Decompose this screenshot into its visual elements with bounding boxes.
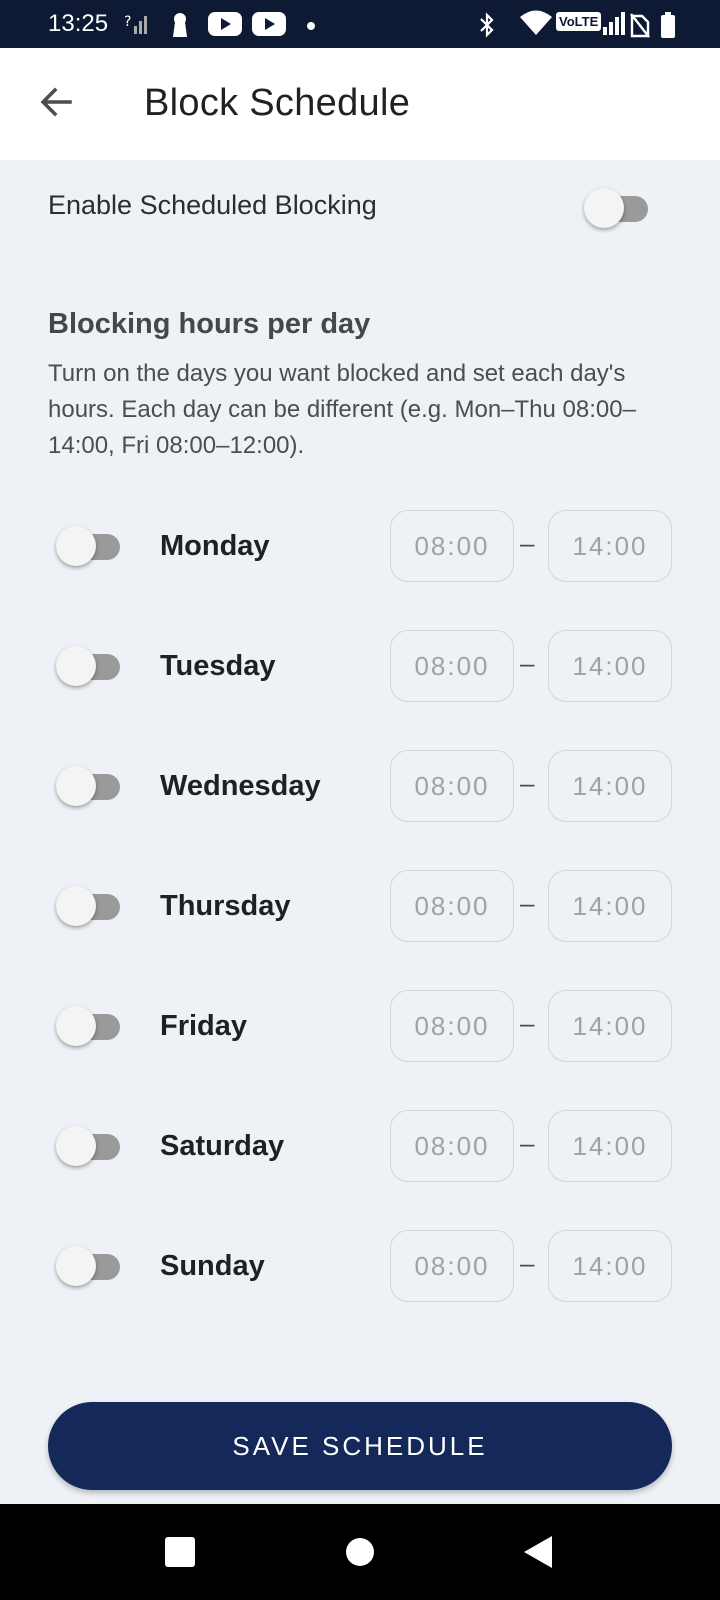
toggle-thumb [56, 766, 96, 806]
day-row-saturday: Saturday 08:00 – 14:00 [0, 1110, 720, 1182]
back-button[interactable] [36, 82, 76, 122]
toggle-thumb [584, 188, 624, 228]
navigation-bar [0, 1504, 720, 1600]
monday-start-time[interactable]: 08:00 [390, 510, 514, 582]
day-row-tuesday: Tuesday 08:00 – 14:00 [0, 630, 720, 702]
volte-icon: VoLTE [556, 12, 602, 31]
toggle-thumb [56, 526, 96, 566]
keyhole-icon [170, 12, 190, 43]
monday-toggle[interactable] [56, 526, 122, 566]
day-row-friday: Friday 08:00 – 14:00 [0, 990, 720, 1062]
sunday-end-time[interactable]: 14:00 [548, 1230, 672, 1302]
thursday-toggle[interactable] [56, 886, 122, 926]
section-description: Turn on the days you want blocked and se… [48, 360, 636, 459]
sunday-toggle[interactable] [56, 1246, 122, 1286]
home-button[interactable] [340, 1532, 380, 1572]
time-separator: – [520, 1128, 535, 1158]
friday-start-time[interactable]: 08:00 [390, 990, 514, 1062]
arrow-left-icon [40, 87, 72, 117]
status-time: 13:25 [48, 10, 109, 37]
tuesday-end-time[interactable]: 14:00 [548, 630, 672, 702]
home-circle-icon [346, 1538, 374, 1566]
day-row-sunday: Sunday 08:00 – 14:00 [0, 1230, 720, 1302]
youtube-icon [252, 12, 286, 41]
nav-back-button[interactable] [518, 1532, 558, 1572]
battery-icon [660, 12, 676, 43]
enable-scheduled-blocking-label: Enable Scheduled Blocking [48, 190, 377, 220]
svg-text:?: ? [124, 14, 131, 30]
section-title: Blocking hours per day [48, 308, 371, 340]
youtube-icon [208, 12, 242, 41]
tuesday-start-time[interactable]: 08:00 [390, 630, 514, 702]
sunday-start-time[interactable]: 08:00 [390, 1230, 514, 1302]
toggle-thumb [56, 1246, 96, 1286]
friday-toggle[interactable] [56, 1006, 122, 1046]
time-separator: – [520, 648, 535, 678]
saturday-toggle[interactable] [56, 1126, 122, 1166]
thursday-end-time[interactable]: 14:00 [548, 870, 672, 942]
day-name: Saturday [160, 1130, 285, 1162]
enable-scheduled-blocking-row: Enable Scheduled Blocking [0, 160, 720, 256]
toggle-thumb [56, 646, 96, 686]
wednesday-start-time[interactable]: 08:00 [390, 750, 514, 822]
dot-icon [306, 18, 316, 36]
wifi-icon [520, 10, 552, 41]
toggle-thumb [56, 1126, 96, 1166]
wednesday-toggle[interactable] [56, 766, 122, 806]
time-separator: – [520, 1008, 535, 1038]
day-row-wednesday: Wednesday 08:00 – 14:00 [0, 750, 720, 822]
day-name: Tuesday [160, 650, 276, 682]
recents-square-icon [165, 1537, 195, 1567]
signal-icon [602, 12, 626, 41]
tuesday-toggle[interactable] [56, 646, 122, 686]
enable-scheduled-blocking-toggle[interactable] [584, 188, 650, 228]
page-title: Block Schedule [144, 82, 411, 124]
app-bar: Block Schedule [0, 48, 720, 160]
time-separator: – [520, 888, 535, 918]
day-name: Sunday [160, 1250, 265, 1282]
volte-label: VoLTE [556, 12, 602, 31]
monday-end-time[interactable]: 14:00 [548, 510, 672, 582]
day-row-thursday: Thursday 08:00 – 14:00 [0, 870, 720, 942]
day-name: Monday [160, 530, 270, 562]
toggle-thumb [56, 1006, 96, 1046]
save-schedule-button[interactable]: SAVE SCHEDULE [48, 1402, 672, 1490]
time-separator: – [520, 1248, 535, 1278]
toggle-thumb [56, 886, 96, 926]
saturday-start-time[interactable]: 08:00 [390, 1110, 514, 1182]
recents-button[interactable] [160, 1532, 200, 1572]
time-separator: – [520, 768, 535, 798]
no-sim-icon [630, 12, 650, 43]
unknown-signal-icon: ? [124, 12, 150, 41]
time-separator: – [520, 528, 535, 558]
back-triangle-icon [524, 1536, 552, 1568]
status-bar: 13:25 ? VoLTE [0, 0, 720, 48]
day-name: Thursday [160, 890, 291, 922]
thursday-start-time[interactable]: 08:00 [390, 870, 514, 942]
bluetooth-icon [478, 12, 496, 43]
friday-end-time[interactable]: 14:00 [548, 990, 672, 1062]
wednesday-end-time[interactable]: 14:00 [548, 750, 672, 822]
day-name: Wednesday [160, 770, 321, 802]
day-name: Friday [160, 1010, 248, 1042]
day-row-monday: Monday 08:00 – 14:00 [0, 510, 720, 582]
saturday-end-time[interactable]: 14:00 [548, 1110, 672, 1182]
